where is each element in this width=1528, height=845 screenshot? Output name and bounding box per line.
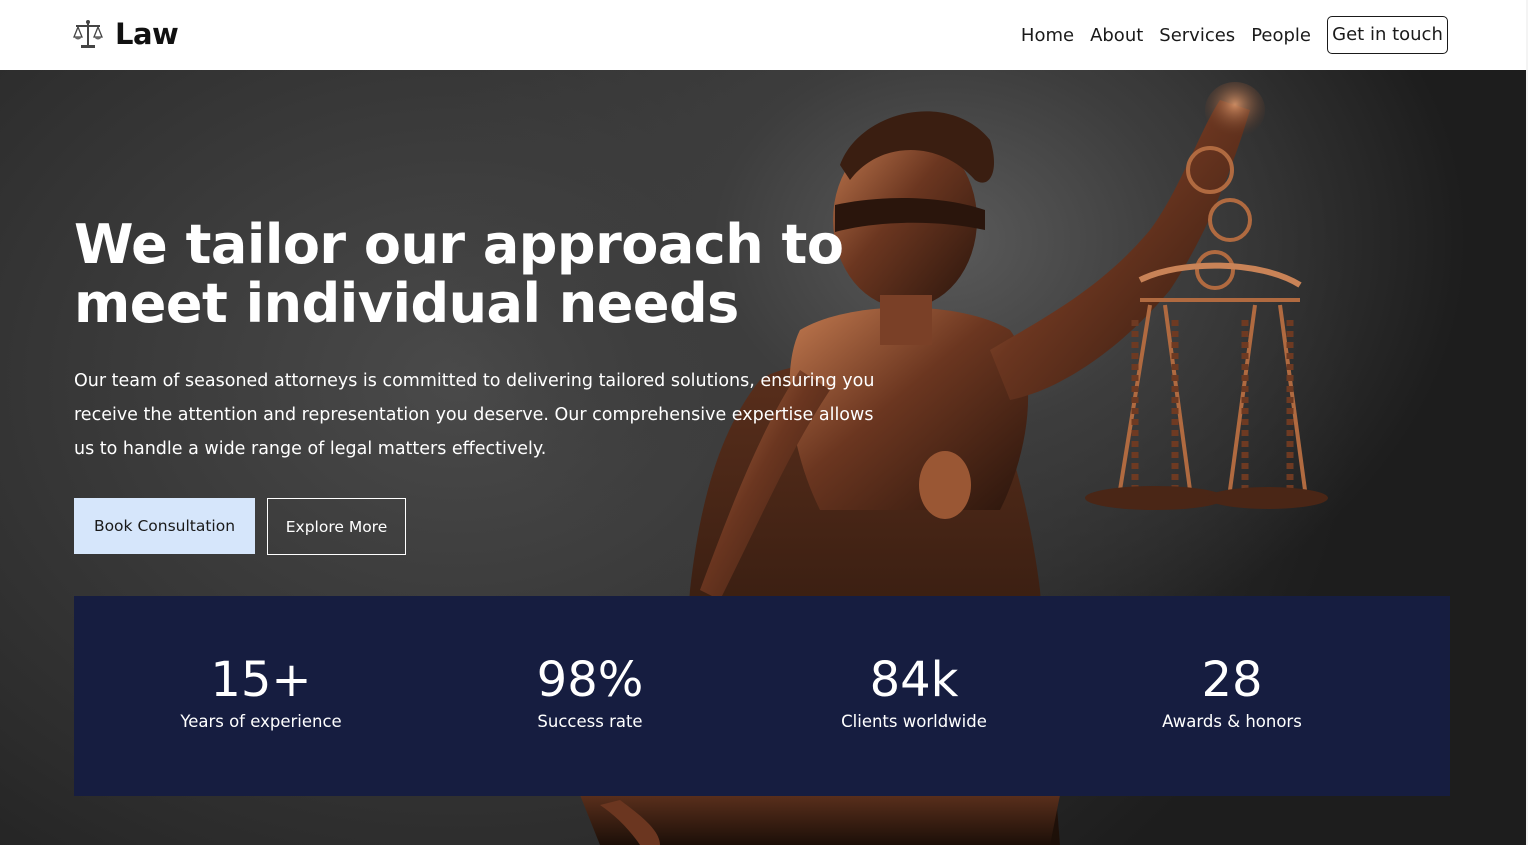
nav-about[interactable]: About — [1090, 25, 1143, 46]
stat-value: 15+ — [210, 652, 312, 708]
brand[interactable]: Law — [73, 17, 179, 51]
stat-value: 98% — [536, 652, 644, 708]
brand-name: Law — [115, 17, 179, 51]
nav-services[interactable]: Services — [1159, 25, 1235, 46]
stat-label: Clients worldwide — [841, 712, 987, 731]
hero-title: We tailor our approach to meet individua… — [74, 215, 874, 333]
book-consultation-button[interactable]: Book Consultation — [74, 498, 255, 554]
scales-of-justice-icon — [73, 18, 103, 50]
hero-title-line-2: meet individual needs — [74, 272, 739, 335]
site-header: Law Home About Services People Get in to… — [0, 0, 1526, 70]
hero-description: Our team of seasoned attorneys is commit… — [74, 371, 875, 459]
stat-value: 84k — [869, 652, 959, 708]
nav-people[interactable]: People — [1251, 25, 1311, 46]
main-nav: Home About Services People Get in touch — [1005, 16, 1448, 54]
stat-label: Years of experience — [180, 712, 342, 731]
get-in-touch-button[interactable]: Get in touch — [1327, 16, 1448, 54]
nav-home[interactable]: Home — [1021, 25, 1074, 46]
stats-panel: 15+ Years of experience 98% Success rate… — [74, 596, 1450, 796]
page: Law Home About Services People Get in to… — [0, 0, 1528, 845]
stat-label: Success rate — [537, 712, 643, 731]
stat-years: 15+ Years of experience — [131, 650, 391, 731]
stat-awards: 28 Awards & honors — [1102, 650, 1362, 731]
stat-value: 28 — [1201, 652, 1263, 708]
stat-success-rate: 98% Success rate — [460, 650, 720, 731]
hero-title-line-1: We tailor our approach to — [74, 213, 844, 276]
stat-label: Awards & honors — [1162, 712, 1302, 731]
stat-clients: 84k Clients worldwide — [784, 650, 1044, 731]
explore-more-button[interactable]: Explore More — [267, 498, 406, 555]
